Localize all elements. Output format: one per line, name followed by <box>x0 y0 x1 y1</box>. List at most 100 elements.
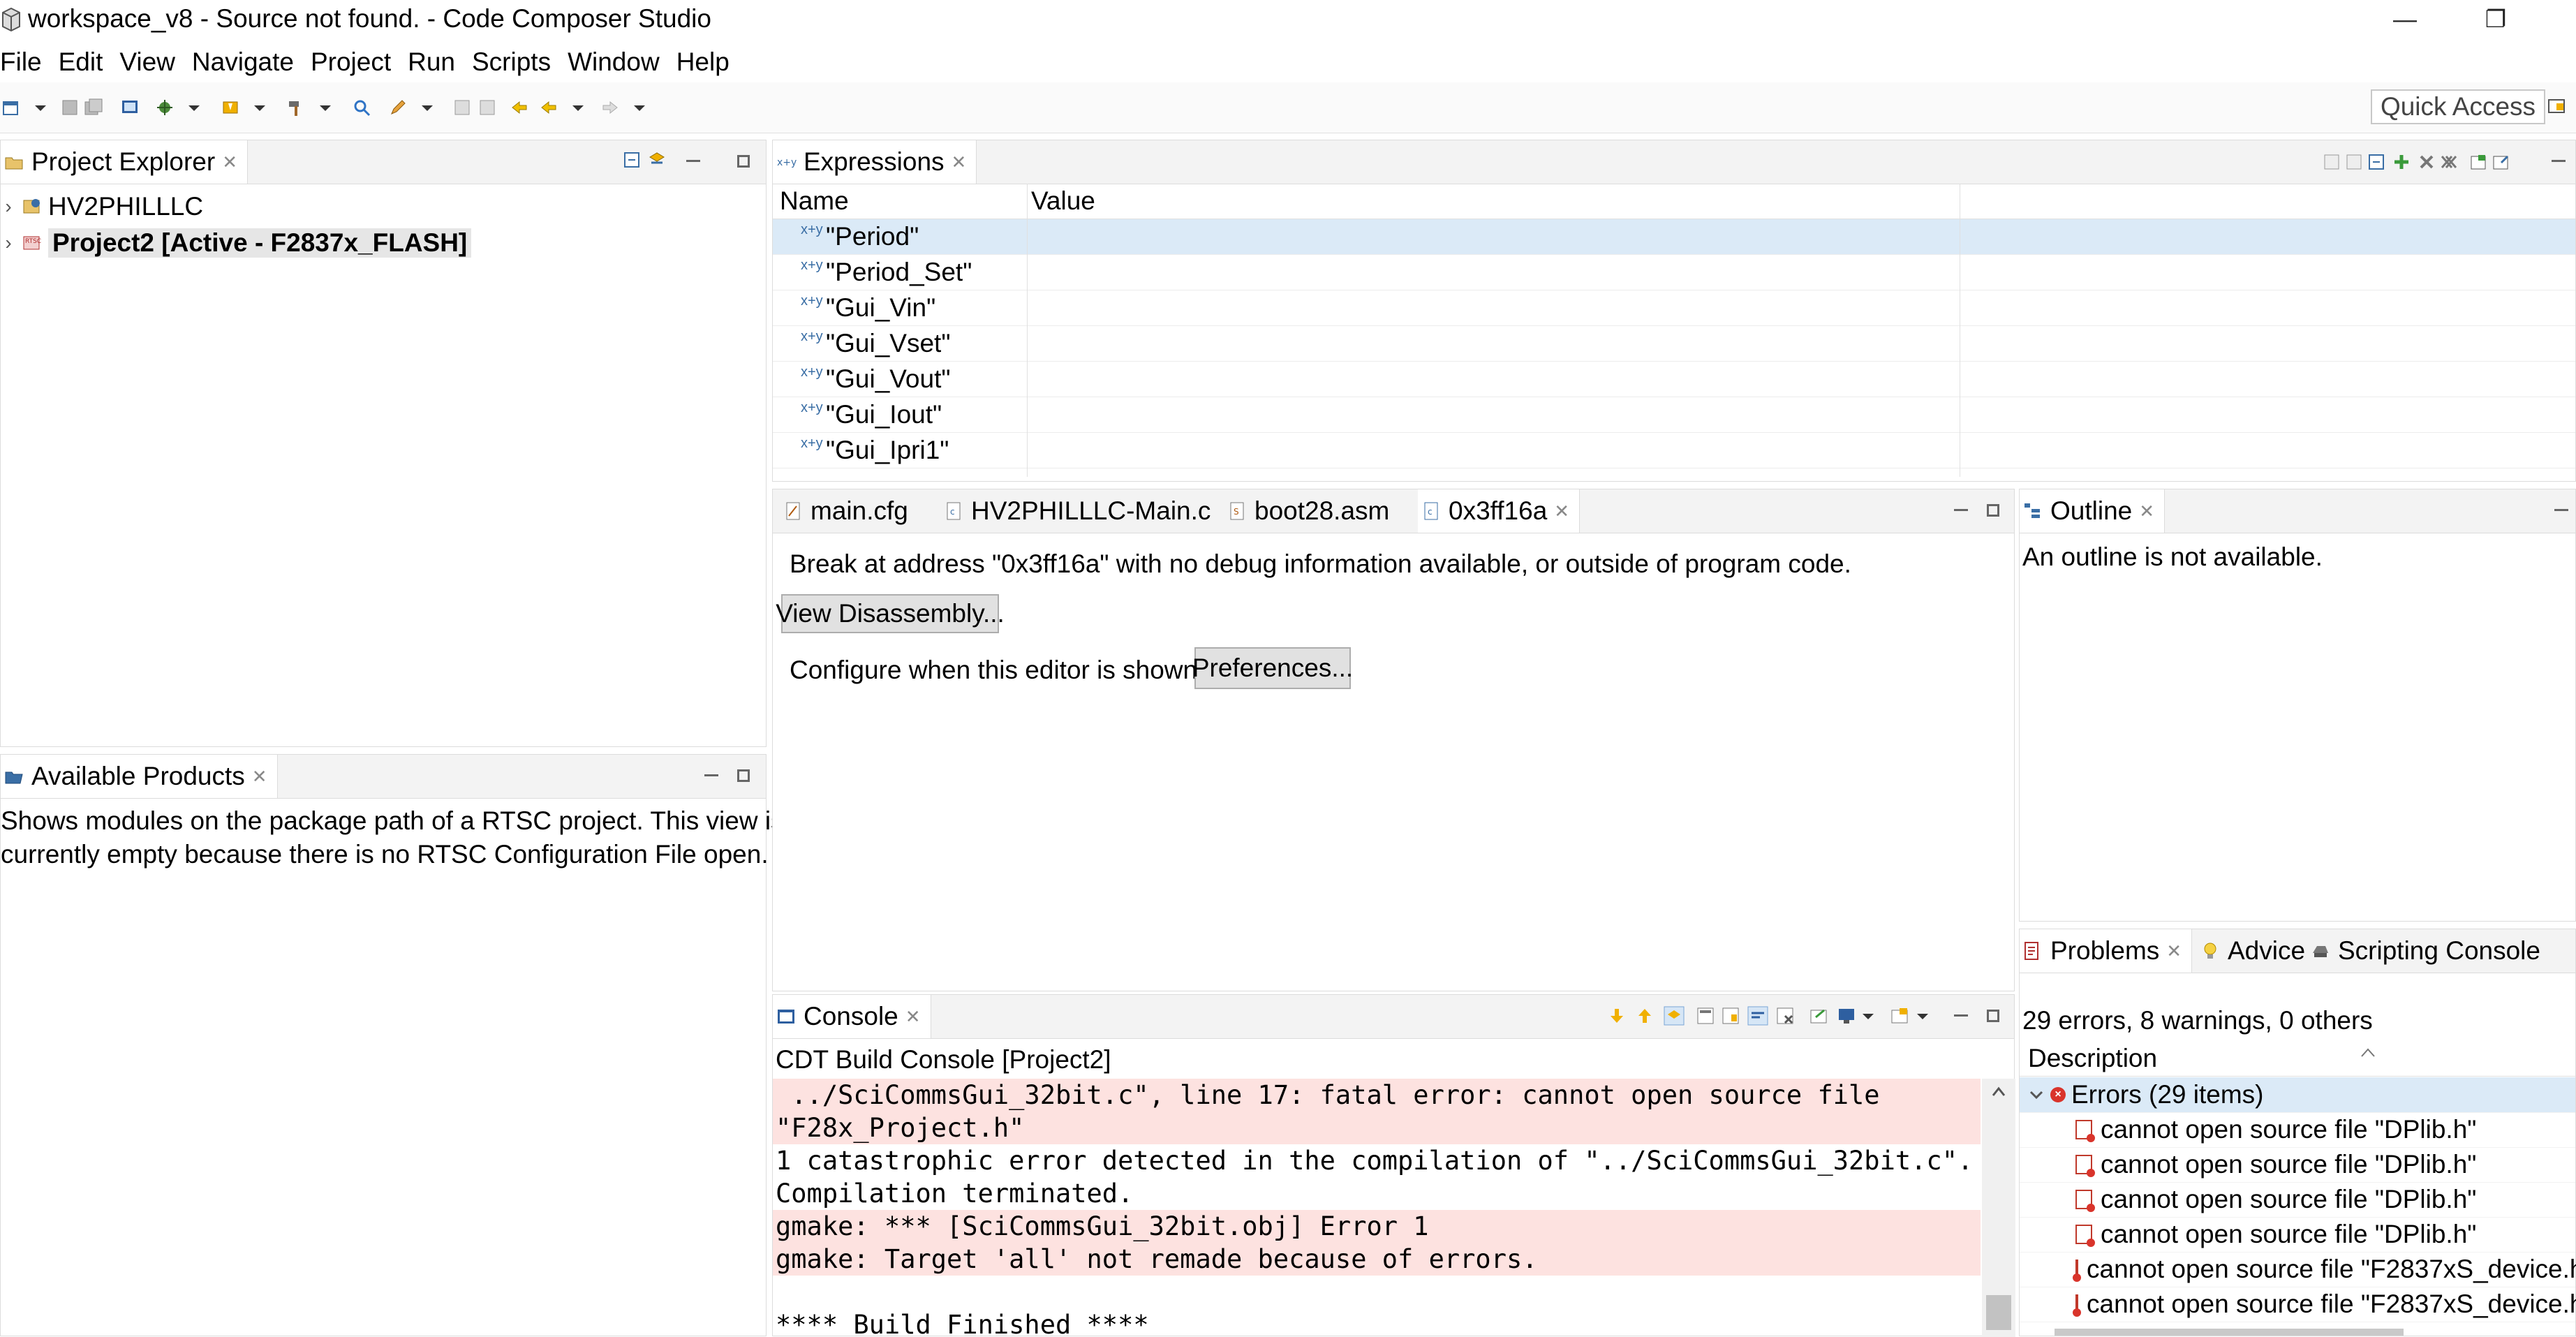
minimize-icon[interactable] <box>1953 502 1969 519</box>
problem-item[interactable]: cannot open source file "DPlib.h" <box>2020 1112 2575 1148</box>
arrow-down-icon[interactable] <box>1608 1006 1626 1026</box>
tab-project-explorer[interactable]: Project Explorer ✕ <box>1 140 249 184</box>
problem-item[interactable]: cannot open source file "DPlib.h" <box>2020 1217 2575 1253</box>
save-icon[interactable] <box>60 98 80 117</box>
dropdown-arrow-icon[interactable] <box>184 98 204 117</box>
menu-scripts[interactable]: Scripts <box>472 47 551 77</box>
minimize-icon[interactable] <box>1953 1007 1969 1024</box>
scroll-up-icon[interactable] <box>1990 1084 2007 1098</box>
tab-hv2philllc-main-c[interactable]: c HV2PHILLLC-Main.c <box>940 489 1220 533</box>
table-row[interactable]: x+y "Gui_Ipri1" <box>773 433 2575 468</box>
problem-item[interactable]: cannot open source file "DPlib.h" <box>2020 1147 2575 1183</box>
tab-0x3ff16a[interactable]: c 0x3ff16a ✕ <box>1418 489 1581 533</box>
chevron-right-icon[interactable]: › <box>1 232 16 254</box>
tree-item-project2[interactable]: › RTSC Project2 [Active - F2837x_FLASH] <box>1 226 472 260</box>
collapse-all-icon[interactable] <box>622 150 642 170</box>
save-all-icon[interactable] <box>84 98 103 117</box>
problems-group-errors[interactable]: × Errors (29 items) <box>2020 1077 2575 1113</box>
table-row[interactable]: x+y "Gui_Vout" <box>773 362 2575 397</box>
table-row[interactable]: x+y "Period" <box>773 219 2575 255</box>
maximize-icon[interactable] <box>1985 1007 2001 1024</box>
preferences-button[interactable]: Preferences... <box>1192 647 1353 689</box>
restore-button[interactable]: ❐ <box>2457 0 2534 39</box>
table-row[interactable]: x+y "Gui_Vin" <box>773 290 2575 326</box>
add-expression-icon[interactable] <box>2392 153 2411 171</box>
menu-project[interactable]: Project <box>311 47 391 77</box>
tab-advice[interactable]: Advice <box>2197 929 2315 973</box>
menu-navigate[interactable]: Navigate <box>192 47 294 77</box>
next-annotation-icon[interactable] <box>478 98 497 117</box>
table-row[interactable]: x+y "Gui_Iout" <box>773 397 2575 433</box>
tree-item-hv2philllc[interactable]: › HV2PHILLLC <box>1 189 203 224</box>
clear-console-icon[interactable] <box>1696 1006 1715 1026</box>
chevron-down-icon[interactable] <box>2028 1086 2045 1103</box>
table-row[interactable]: x+y "Period_Set" <box>773 255 2575 290</box>
flash-icon[interactable] <box>221 98 240 117</box>
problem-item[interactable]: cannot open source file "DPlib.h" <box>2020 1182 2575 1218</box>
export-icon[interactable] <box>2492 153 2510 171</box>
sort-ascending-icon[interactable] <box>2359 1047 2377 1059</box>
console-scrollbar[interactable] <box>1982 1079 2015 1337</box>
open-console-icon[interactable] <box>1890 1006 1909 1026</box>
tab-boot28-asm[interactable]: S boot28.asm <box>1224 489 1399 533</box>
dropdown-arrow-icon[interactable] <box>1914 1006 1932 1026</box>
menu-view[interactable]: View <box>119 47 175 77</box>
maximize-icon[interactable] <box>735 153 752 170</box>
prev-annotation-icon[interactable] <box>452 98 472 117</box>
arrow-up-icon[interactable] <box>1636 1006 1654 1026</box>
dropdown-arrow-icon[interactable] <box>316 98 335 117</box>
remove-icon[interactable] <box>2418 153 2436 171</box>
link-with-editor-icon[interactable] <box>647 150 667 170</box>
column-header-value[interactable]: Value <box>1031 186 1095 216</box>
close-icon[interactable]: ✕ <box>1554 501 1569 522</box>
close-icon[interactable]: ✕ <box>252 766 267 788</box>
column-divider[interactable] <box>1027 184 1028 477</box>
menu-window[interactable]: Window <box>568 47 660 77</box>
tab-main-cfg[interactable]: main.cfg <box>780 489 918 533</box>
minimize-icon[interactable] <box>685 153 702 170</box>
chevron-right-icon[interactable]: › <box>1 195 16 218</box>
dropdown-arrow-icon[interactable] <box>250 98 269 117</box>
maximize-icon[interactable] <box>1985 502 2001 519</box>
tab-scripting-console[interactable]: Scripting Console <box>2307 929 2550 973</box>
column-header-description[interactable]: Description <box>2028 1044 2157 1073</box>
quick-access-field[interactable]: Quick Access <box>2371 89 2545 124</box>
close-icon[interactable]: ✕ <box>952 152 967 173</box>
menu-file[interactable]: File <box>0 47 42 77</box>
build-hammer-icon[interactable] <box>286 98 306 117</box>
dropdown-arrow-icon[interactable] <box>1859 1006 1877 1026</box>
debug-icon[interactable] <box>155 98 175 117</box>
problem-item[interactable]: cannot open source file "F2837xS_device.… <box>2020 1252 2576 1287</box>
minimize-icon[interactable] <box>2553 502 2570 519</box>
pin-console-icon[interactable] <box>1809 1006 1828 1026</box>
minimize-icon[interactable] <box>2550 153 2567 170</box>
close-icon[interactable]: ✕ <box>2166 940 2182 962</box>
forward-icon[interactable] <box>600 98 620 117</box>
remove-launch-icon[interactable] <box>1775 1006 1795 1026</box>
dropdown-arrow-icon[interactable] <box>630 98 649 117</box>
open-perspective-icon[interactable] <box>2547 96 2568 117</box>
search-icon[interactable] <box>352 98 371 117</box>
display-console-icon[interactable] <box>1837 1006 1856 1026</box>
problem-item[interactable]: cannot open source file "F2837xS_device.… <box>2020 1287 2576 1322</box>
close-icon[interactable]: ✕ <box>222 152 237 173</box>
maximize-icon[interactable] <box>735 767 752 784</box>
tab-available-products[interactable]: Available Products ✕ <box>1 755 278 798</box>
menu-run[interactable]: Run <box>408 47 455 77</box>
dropdown-arrow-icon[interactable] <box>31 98 50 117</box>
dropdown-arrow-icon[interactable] <box>417 98 437 117</box>
tab-problems[interactable]: Problems ✕ <box>2020 929 2193 973</box>
back-edit-icon[interactable] <box>510 98 529 117</box>
word-wrap-icon[interactable] <box>1747 1006 1768 1026</box>
column-header-name[interactable]: Name <box>780 186 849 216</box>
tab-expressions[interactable]: x+y Expressions ✕ <box>773 140 977 184</box>
show-type-icon[interactable] <box>2323 153 2341 171</box>
import-icon[interactable] <box>2469 153 2487 171</box>
scrollbar-thumb[interactable] <box>1986 1295 2011 1330</box>
link-icon[interactable] <box>1664 1006 1685 1026</box>
horizontal-scrollbar-thumb[interactable] <box>2055 1329 2404 1336</box>
back-icon[interactable] <box>539 98 558 117</box>
console-output[interactable]: ../SciCommsGui_32bit.c", line 17: fatal … <box>773 1079 2015 1337</box>
dropdown-arrow-icon[interactable] <box>568 98 588 117</box>
minimize-icon[interactable] <box>703 767 720 784</box>
